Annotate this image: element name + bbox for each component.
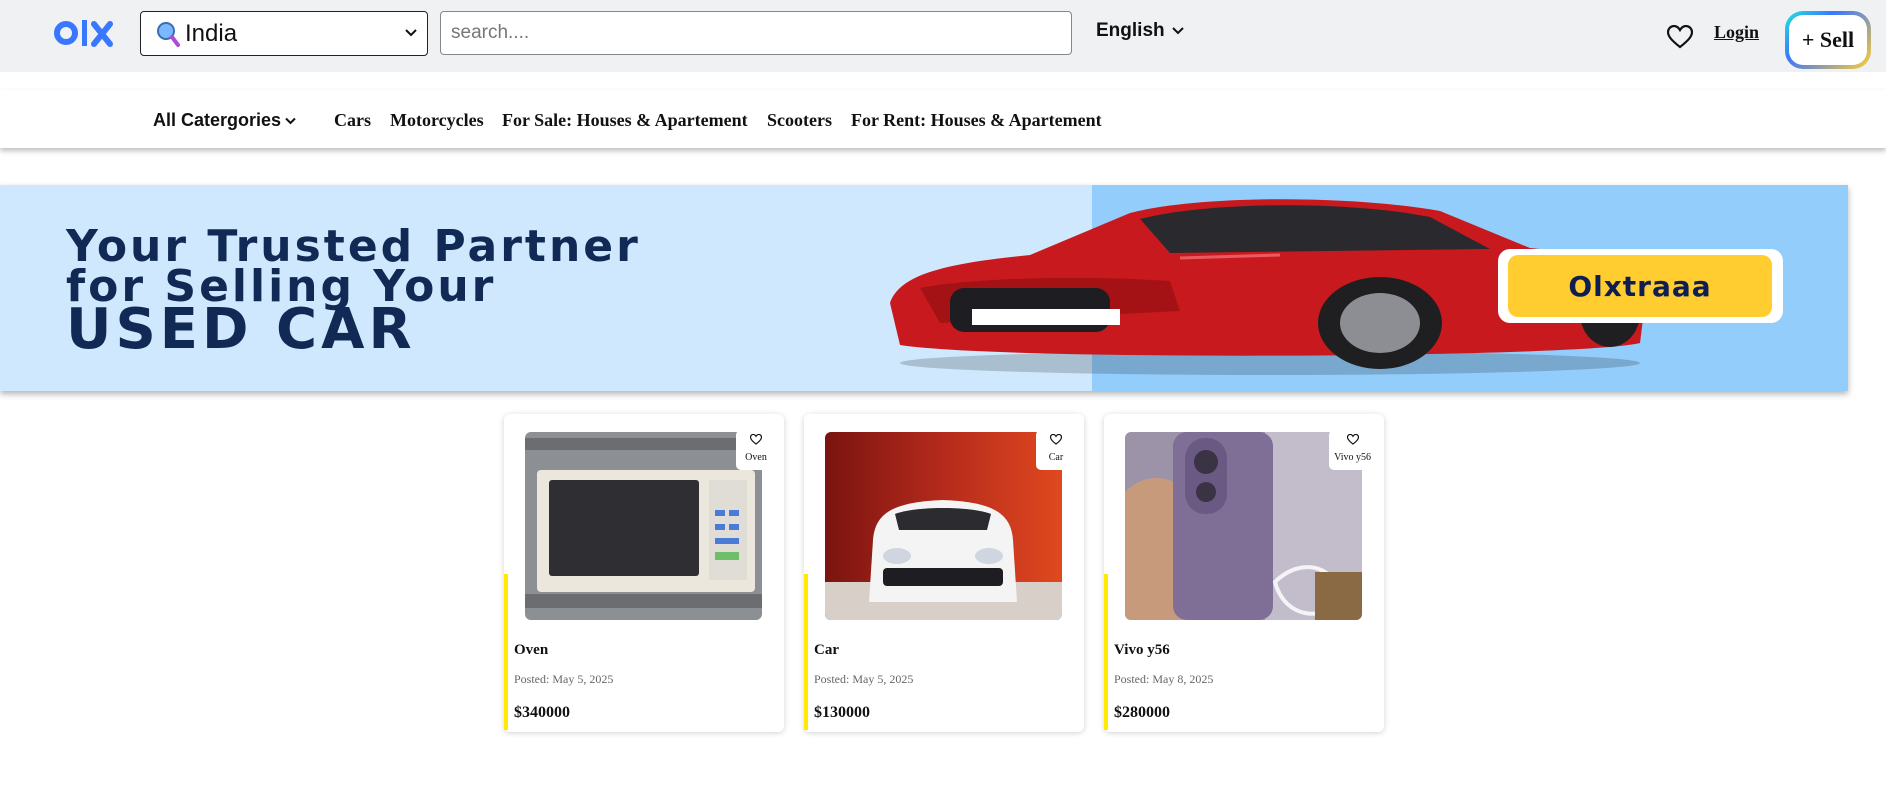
search-placeholder: search.... (451, 22, 530, 43)
location-value: India (185, 20, 238, 47)
heart-icon[interactable] (750, 434, 762, 445)
olx-logo[interactable] (54, 14, 116, 52)
card-tag-label: Car (1048, 452, 1064, 463)
category-houses-for-rent[interactable]: For Rent: Houses & Apartement (851, 110, 1102, 131)
card-posted-date: Posted: May 5, 2025 (814, 672, 914, 686)
banner-headline-3: USED CAR (66, 297, 416, 362)
card-posted-date: Posted: May 5, 2025 (514, 672, 614, 686)
card-favorite-tag[interactable]: Oven (736, 430, 776, 470)
oven-photo (525, 432, 762, 620)
login-link[interactable]: Login (1714, 22, 1759, 43)
category-bar: All Catergories Cars Motorcycles For Sal… (0, 90, 1886, 148)
card-price: $280000 (1114, 704, 1170, 721)
location-select[interactable]: India (140, 11, 428, 56)
brand-badge-text: Olxtraaa (1508, 255, 1772, 317)
listing-card[interactable]: Vivo y56 Vivo y56 Posted: May 8, 2025 $2… (1104, 414, 1384, 732)
category-cars[interactable]: Cars (334, 110, 371, 131)
card-price: $340000 (514, 704, 570, 721)
heart-icon[interactable] (1667, 25, 1693, 49)
language-selector[interactable]: English (1096, 20, 1165, 42)
card-favorite-tag[interactable]: Car (1036, 430, 1076, 470)
card-tag-label: Vivo y56 (1334, 452, 1371, 463)
category-scooters[interactable]: Scooters (767, 110, 832, 131)
card-price: $130000 (814, 704, 870, 721)
brand-badge: Olxtraaa (1498, 249, 1783, 323)
sell-button[interactable]: + Sell (1785, 11, 1871, 69)
promo-banner[interactable]: Your Trusted Partner for Selling Your US… (0, 185, 1848, 391)
car-photo (825, 432, 1062, 620)
chevron-down-icon[interactable] (1172, 26, 1184, 35)
chevron-down-icon[interactable] (285, 117, 296, 125)
search-glass-icon (157, 22, 180, 47)
card-favorite-tag[interactable]: Vivo y56 (1329, 430, 1376, 470)
phone-photo (1125, 432, 1362, 620)
top-header: India search.... English Login + Sell (0, 0, 1886, 72)
card-accent-bar (804, 574, 808, 730)
card-tag-label: Oven (745, 452, 767, 463)
chevron-down-icon (405, 29, 417, 37)
card-title[interactable]: Car (814, 642, 839, 659)
card-title[interactable]: Vivo y56 (1114, 642, 1170, 659)
heart-icon[interactable] (1346, 434, 1359, 445)
sell-label: + Sell (1789, 15, 1867, 65)
search-input[interactable]: search.... (440, 11, 1072, 55)
category-motorcycles[interactable]: Motorcycles (390, 110, 484, 131)
listing-card[interactable]: Car Car Posted: May 5, 2025 $130000 (804, 414, 1084, 732)
listing-card[interactable]: Oven Oven Posted: May 5, 2025 $340000 (504, 414, 784, 732)
all-categories-dropdown[interactable]: All Catergories (153, 110, 281, 131)
heart-icon[interactable] (1050, 434, 1062, 445)
card-accent-bar (1104, 574, 1108, 730)
category-houses-for-sale[interactable]: For Sale: Houses & Apartement (502, 110, 748, 131)
card-title[interactable]: Oven (514, 642, 548, 659)
card-posted-date: Posted: May 8, 2025 (1114, 672, 1214, 686)
card-accent-bar (504, 574, 508, 730)
